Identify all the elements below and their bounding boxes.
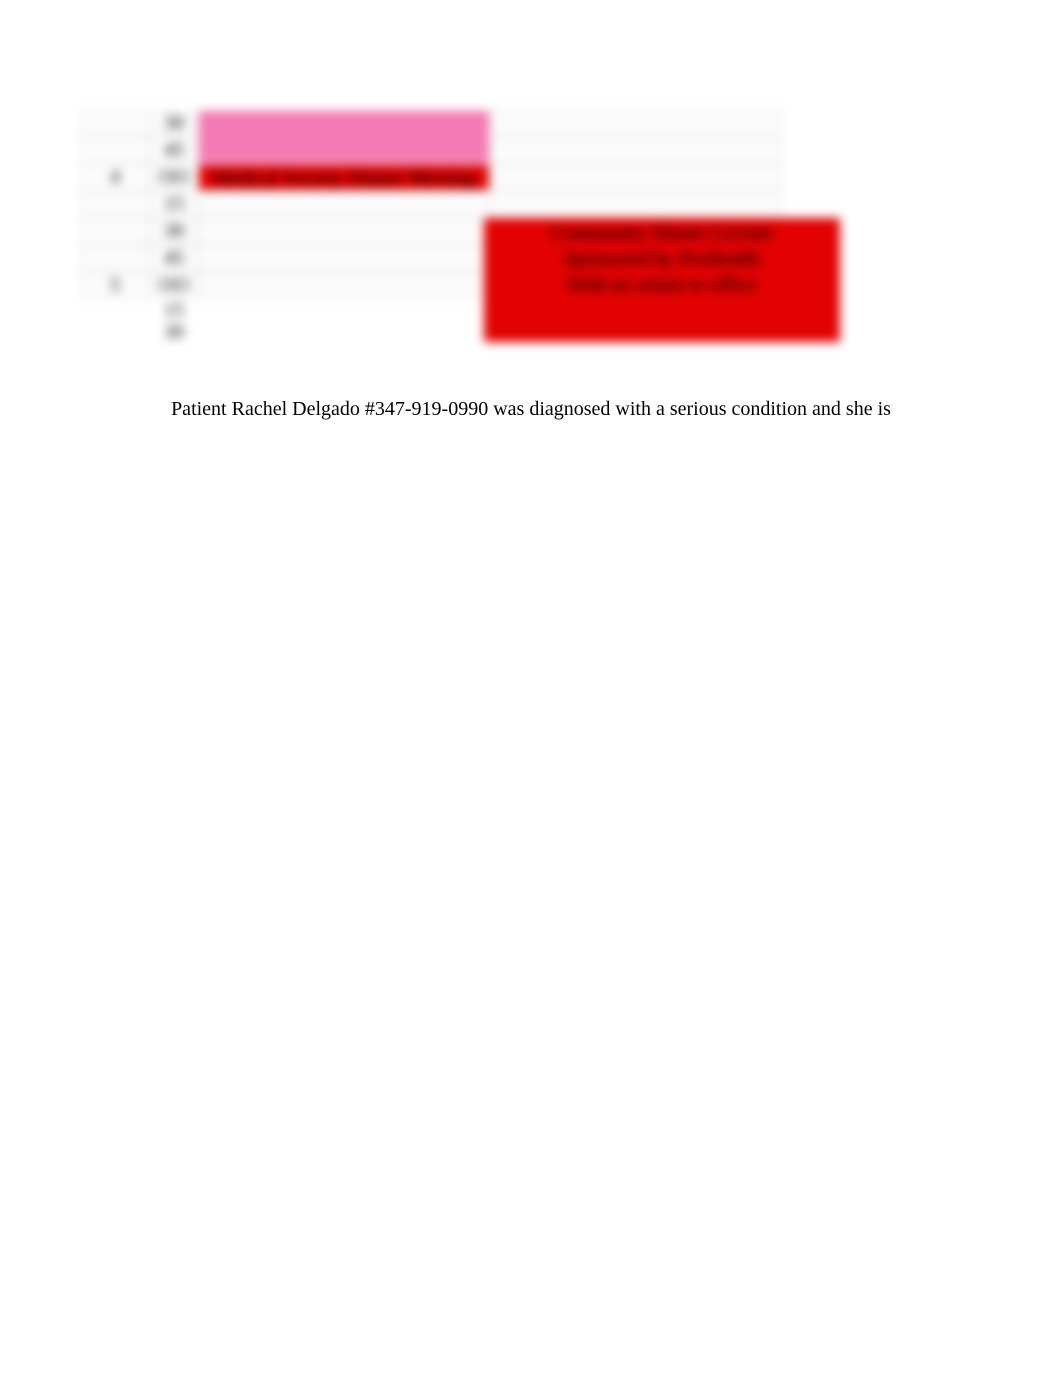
event-cell-right [490, 191, 782, 218]
hour-cell: 5 [80, 272, 150, 299]
hour-cell [80, 245, 150, 272]
event-cell-left [198, 299, 490, 321]
hour-cell [80, 191, 150, 218]
event-community-lecture: Community Dinner Lecture Sponsored by Pr… [484, 218, 840, 342]
event-cell-left [198, 218, 490, 245]
hour-cell [80, 299, 150, 321]
event-line-1: Community Dinner Lecture [484, 220, 840, 246]
minute-label: 45 [151, 139, 197, 162]
minute-label: 30 [151, 220, 197, 243]
minute-cell: 45 [150, 137, 198, 164]
hour-label: 5 [81, 274, 149, 297]
hour-cell [80, 137, 150, 164]
hour-cell: 4 [80, 164, 150, 191]
minute-label: OO [151, 274, 197, 297]
minute-label: OO [151, 166, 197, 189]
minute-cell: 30 [150, 321, 198, 343]
event-cell-left [198, 245, 490, 272]
minute-cell: OO [150, 164, 198, 191]
schedule-table: 30 45 4 OO 15 [80, 110, 838, 343]
event-label: Medical Society Dinner Meeting [199, 165, 489, 191]
event-cell-right [490, 164, 782, 191]
minute-label: 45 [151, 247, 197, 270]
hour-cell [80, 321, 150, 343]
hour-label: 4 [81, 166, 149, 189]
minute-label: 15 [151, 193, 197, 216]
table-row: 15 [80, 191, 838, 218]
minute-label: 30 [150, 321, 198, 344]
patient-note-paragraph: Patient Rachel Delgado #347-919-0990 was… [0, 398, 1062, 421]
minute-label: 15 [150, 299, 198, 322]
event-cell-left [198, 191, 490, 218]
minute-cell: OO [150, 272, 198, 299]
event-line-3: With no return to office [484, 272, 840, 298]
event-cell-left [198, 321, 490, 343]
hour-cell [80, 110, 150, 137]
minute-cell: 45 [150, 245, 198, 272]
minute-cell: 30 [150, 110, 198, 137]
minute-cell: 15 [150, 191, 198, 218]
event-medical-society: Medical Society Dinner Meeting [199, 165, 489, 190]
minute-cell: 15 [150, 299, 198, 321]
patient-note-text: Patient Rachel Delgado #347-919-0990 was… [171, 398, 891, 420]
minute-cell: 30 [150, 218, 198, 245]
event-cell-left [198, 272, 490, 299]
event-cell-right [490, 110, 782, 137]
event-pink-block [199, 111, 489, 163]
minute-label: 30 [151, 112, 197, 135]
hour-cell [80, 218, 150, 245]
event-cell-right [490, 137, 782, 164]
event-line-2: Sponsored by ProHealth [484, 246, 840, 272]
